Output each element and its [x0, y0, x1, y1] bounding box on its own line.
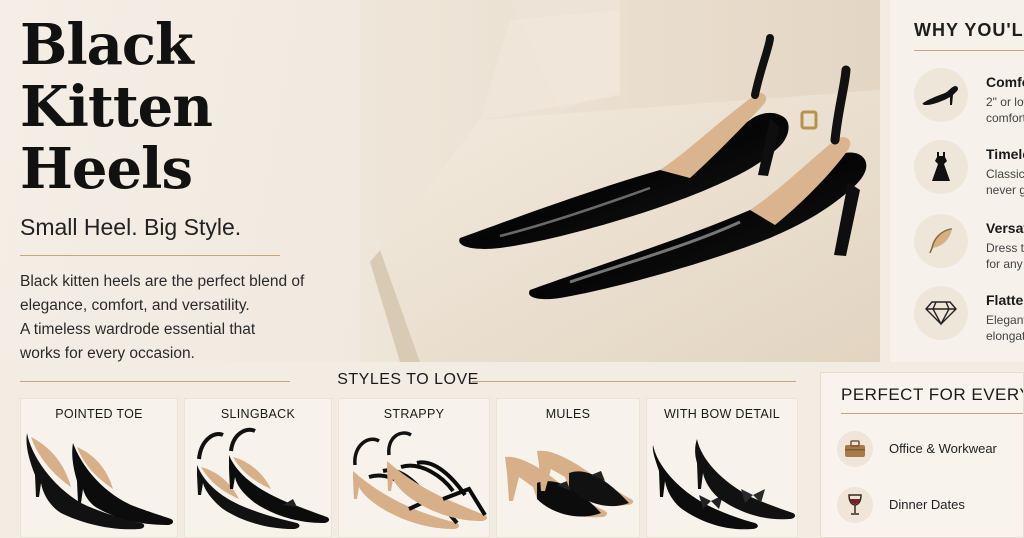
heading-rule-right — [472, 381, 796, 382]
occasion-label: Dinner Dates — [889, 497, 965, 512]
why-item-name: Versatile — [986, 220, 1024, 236]
why-desc-line: Classic look that — [986, 167, 1024, 181]
why-divider — [914, 50, 1024, 51]
why-item-desc: 2" or lower heel comfort all day — [986, 94, 1024, 126]
why-item-desc: Elegant and elongating — [986, 312, 1024, 344]
why-item-comfortable: Comfortable 2" or lower heel comfort all… — [914, 68, 1024, 130]
style-card-label: POINTED TOE — [55, 407, 143, 421]
gold-divider — [20, 255, 280, 256]
styles-heading-row: STYLES TO LOVE — [20, 370, 796, 392]
perfect-title: PERFECT FOR EVERY OCCASION — [841, 385, 1023, 404]
why-item-desc: Dress them up for any look — [986, 240, 1024, 272]
dress-icon — [914, 140, 968, 194]
style-card-label: WITH BOW DETAIL — [663, 407, 781, 421]
heel-shoe-icon — [914, 68, 968, 122]
why-desc-line: for any look — [986, 257, 1024, 271]
why-title: WHY YOU'LL LOVE THEM — [914, 20, 1024, 40]
occasion-office: Office & Workwear — [837, 431, 1023, 467]
style-card-bow-detail[interactable]: WITH BOW DETAIL — [646, 398, 798, 538]
hero-text: Black Kitten Heels Small Heel. Big Style… — [20, 14, 360, 362]
why-desc-line: 2" or lower heel — [986, 95, 1024, 109]
feather-icon — [914, 214, 968, 268]
diamond-icon — [914, 286, 968, 340]
description-line: Black kitten heels are the perfect blend… — [20, 273, 305, 290]
description-line: A timeless wardrode essential that — [20, 321, 256, 338]
why-desc-line: elongating — [986, 329, 1024, 343]
style-card-label: STRAPPY — [383, 407, 445, 421]
title-line-1: Black — [20, 12, 194, 78]
style-card-mules[interactable]: MULES — [496, 398, 640, 538]
why-item-versatile: Versatile Dress them up for any look — [914, 214, 1024, 276]
style-card-strappy[interactable]: STRAPPY — [338, 398, 490, 538]
pointed-toe-shoe-image — [26, 433, 174, 530]
strappy-shoe-image — [353, 431, 488, 529]
title-line-2: Kitten Heels — [20, 74, 213, 202]
styles-heading: STYLES TO LOVE — [337, 371, 479, 388]
why-item-desc: Classic look that never goes out — [986, 166, 1024, 198]
hero-shoe-photo — [360, 0, 880, 362]
hero-banner: Black Kitten Heels Small Heel. Big Style… — [0, 0, 880, 362]
why-item-timeless: Timeless Classic look that never goes ou… — [914, 140, 1024, 202]
why-desc-line: Dress them up — [986, 241, 1024, 255]
hero-description: Black kitten heels are the perfect blend… — [20, 270, 350, 362]
perfect-divider — [841, 413, 1023, 414]
description-line: works for every occasion. — [20, 345, 195, 362]
bow-detail-shoe-image — [652, 439, 796, 530]
why-item-name: Timeless — [986, 146, 1024, 162]
briefcase-icon — [837, 431, 873, 467]
occasion-dinner: Dinner Dates — [837, 487, 1023, 523]
tagline: Small Heel. Big Style. — [20, 214, 242, 240]
why-item-name: Flattering — [986, 292, 1024, 308]
perfect-for-panel: PERFECT FOR EVERY OCCASION Office & Work… — [820, 372, 1024, 538]
style-card-label: SLINGBACK — [220, 407, 296, 421]
slingback-shoe-image — [197, 427, 330, 529]
why-item-flattering: Flattering Elegant and elongating — [914, 286, 1024, 348]
why-desc-line: never goes out — [986, 183, 1024, 197]
why-panel: WHY YOU'LL LOVE THEM Comfortable 2" or l… — [890, 0, 1024, 362]
why-desc-line: comfort all day — [986, 111, 1024, 125]
description-line: elegance, comfort, and versatility. — [20, 297, 250, 314]
why-item-name: Comfortable — [986, 74, 1024, 90]
mules-shoe-image — [505, 450, 634, 518]
style-card-slingback[interactable]: SLINGBACK — [184, 398, 332, 538]
style-card-pointed-toe[interactable]: POINTED TOE — [20, 398, 178, 538]
style-card-label: MULES — [545, 407, 591, 421]
why-desc-line: Elegant and — [986, 313, 1024, 327]
page-title: Black Kitten Heels — [20, 14, 360, 200]
wine-glass-icon — [837, 487, 873, 523]
occasion-label: Office & Workwear — [889, 441, 997, 456]
